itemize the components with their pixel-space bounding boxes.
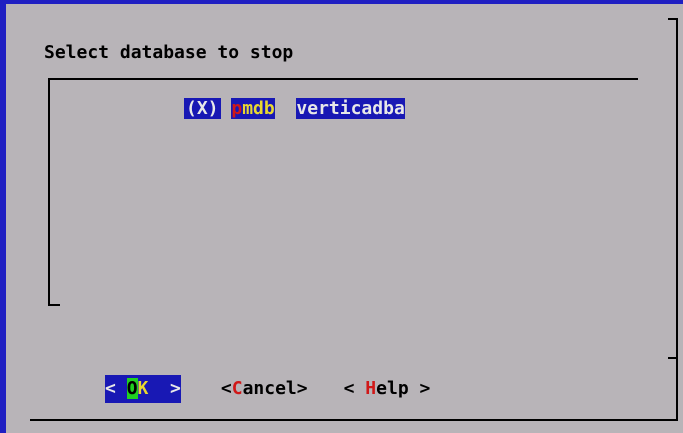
dialog-frame-right: [676, 18, 678, 357]
ok-button-left-bracket: <: [105, 378, 127, 399]
database-name[interactable]: pmdb: [231, 98, 275, 119]
listbox-border-bottom-left: [48, 304, 60, 306]
button-bar: < OK > <Cancel> < Help >: [105, 375, 430, 403]
database-name-rest: mdb: [242, 98, 275, 119]
help-button-left-bracket: <: [343, 378, 366, 399]
ok-button-hotkey: O: [126, 378, 138, 399]
help-button-label-rest: elp >: [376, 378, 431, 399]
dialog-frame-bottom: [30, 419, 678, 421]
database-owner: verticadba: [296, 98, 405, 119]
listbox-border-top: [48, 78, 638, 80]
terminal-screen: Select database to stop (X) pmdb vertica…: [0, 0, 683, 433]
ok-button-right-bracket: >: [148, 378, 181, 399]
database-name-hotkey: p: [231, 98, 243, 119]
ok-button-label-rest: K: [137, 378, 149, 399]
window-edge-top: [0, 0, 683, 4]
cancel-button[interactable]: <Cancel>: [221, 375, 308, 403]
cancel-button-left-bracket: <: [220, 378, 232, 399]
cancel-button-label-rest: ancel>: [242, 378, 308, 399]
help-button-hotkey: H: [365, 378, 377, 399]
window-edge-left: [0, 0, 6, 433]
radio-selected-marker[interactable]: (X): [184, 98, 221, 119]
cancel-button-hotkey: C: [231, 378, 243, 399]
dialog-frame-right-lower: [676, 357, 678, 421]
listbox-border-left: [48, 78, 50, 306]
ok-button[interactable]: < OK >: [105, 375, 181, 403]
dialog-title: Select database to stop: [44, 42, 294, 63]
database-list-item[interactable]: (X) pmdb verticadba: [184, 95, 405, 123]
help-button[interactable]: < Help >: [344, 375, 431, 403]
